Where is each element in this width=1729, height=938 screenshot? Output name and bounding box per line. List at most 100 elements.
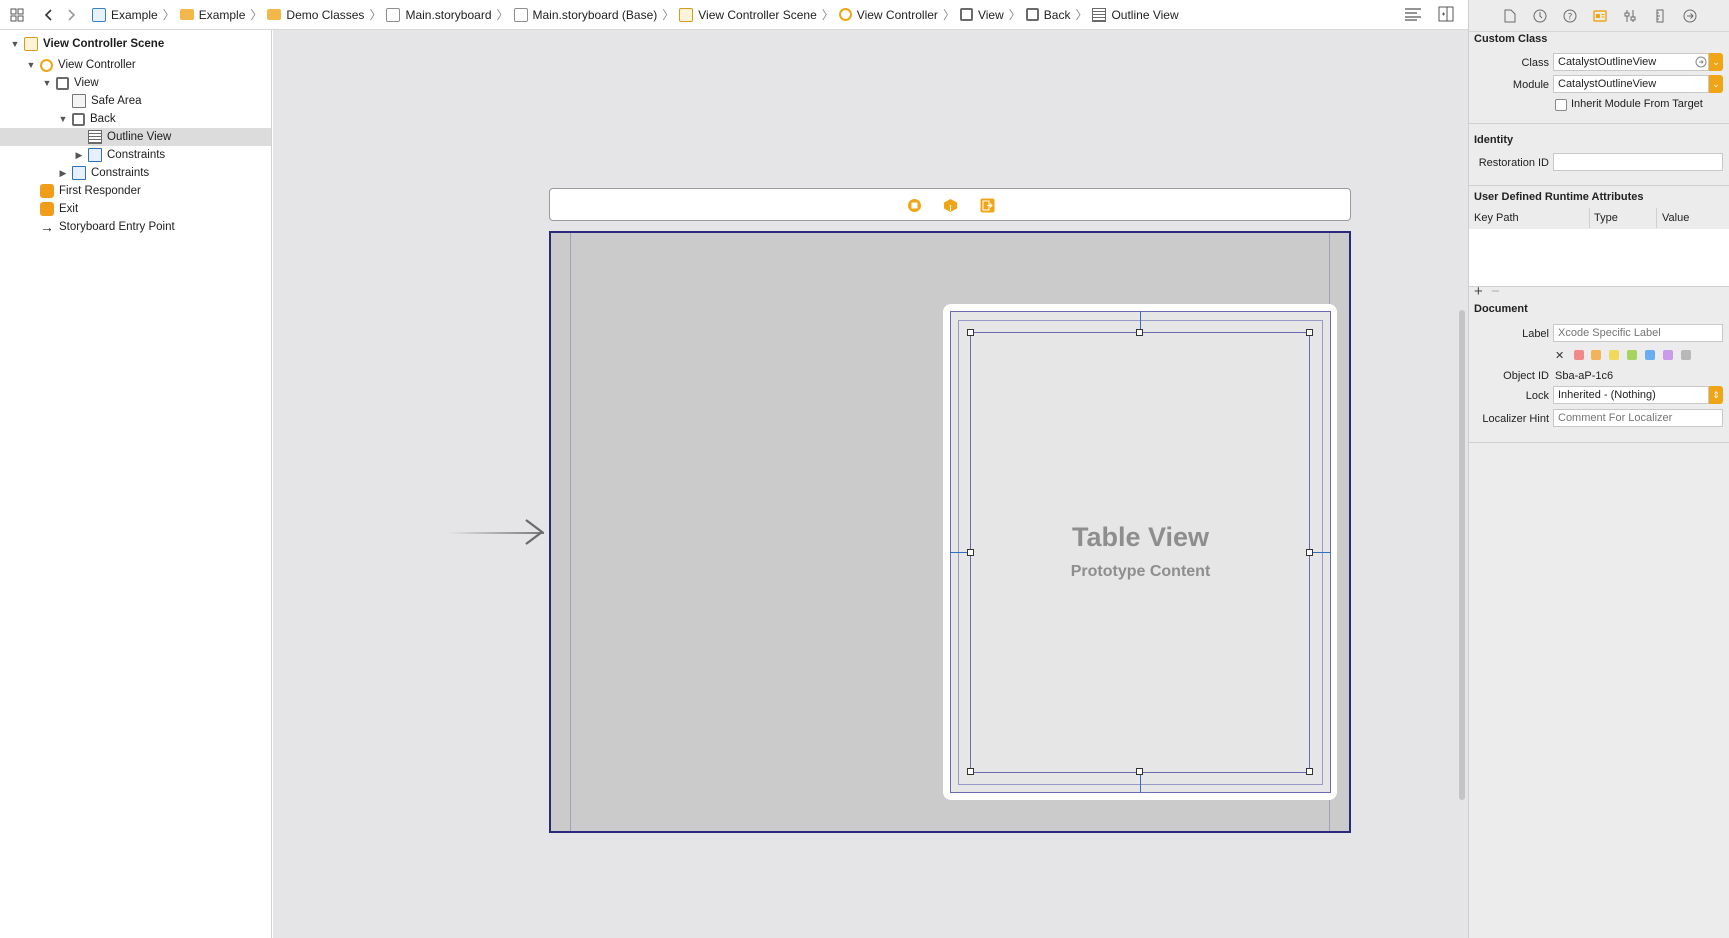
breadcrumb-item[interactable]: View Controller [838,8,938,22]
breadcrumb-item[interactable]: Main.storyboard (Base) [513,7,657,22]
file-inspector-icon[interactable] [1502,8,1518,24]
back-nav-icon[interactable] [38,4,60,26]
breadcrumb-item[interactable]: View [959,8,1004,22]
document-label-label: Label [1522,328,1549,340]
breadcrumb-item[interactable]: Example [179,8,245,22]
exit-icon[interactable] [980,198,995,213]
view-controller-icon [838,8,852,21]
restoration-id-field[interactable] [1553,153,1723,171]
breadcrumb-item[interactable]: Example [92,7,158,22]
identity-inspector-icon[interactable] [1592,8,1608,24]
first-responder-icon[interactable] [943,198,958,213]
arrow-right-icon: → [40,219,54,235]
outline-item-outline-view[interactable]: Outline View [0,128,271,146]
clear-label-color-icon[interactable]: ✕ [1555,349,1564,362]
localizer-hint-field[interactable] [1553,409,1723,427]
connections-inspector-icon[interactable] [1682,8,1698,24]
outline-item-view[interactable]: ▼ View [0,74,271,92]
identity-section-title: Identity [1474,134,1514,146]
label-color-swatch[interactable] [1627,350,1637,360]
scene-dock[interactable] [549,188,1351,221]
breadcrumb-item[interactable]: Back [1025,8,1070,22]
module-field[interactable]: CatalystOutlineView [1553,75,1709,93]
storyboard-icon [513,7,528,22]
safe-area-icon [72,94,86,108]
table-view-icon [88,130,102,144]
add-icon[interactable]: + [1474,283,1483,300]
class-dropdown-button[interactable]: ⌄ [1709,53,1723,71]
outline-item-view-controller[interactable]: ▼ View Controller [0,56,271,74]
resize-handle[interactable] [1306,329,1313,336]
label-color-swatch[interactable] [1681,350,1691,360]
disclosure-collapsed-icon[interactable]: ▶ [74,150,84,161]
key-path-column-header[interactable]: Key Path [1474,212,1519,224]
chevron-right-icon: 〉 [496,8,509,22]
exit-icon [40,202,54,216]
column-separator [1656,208,1657,228]
type-column-header[interactable]: Type [1594,212,1618,224]
label-color-swatch[interactable] [1591,350,1601,360]
resize-handle[interactable] [967,329,974,336]
forward-nav-icon[interactable] [60,4,82,26]
inherit-module-checkbox[interactable] [1555,99,1567,111]
jump-bar: Example 〉 Example 〉 Demo Classes 〉 Main.… [0,0,1468,30]
history-inspector-icon[interactable] [1532,8,1548,24]
disclosure-expanded-icon[interactable]: ▼ [26,60,36,70]
outline-item-entry-point[interactable]: → Storyboard Entry Point [0,218,271,236]
attributes-inspector-icon[interactable] [1622,8,1638,24]
udra-section-title: User Defined Runtime Attributes [1474,191,1644,203]
label-color-swatch[interactable] [1609,350,1619,360]
inspector-tabs: ? [1469,0,1729,32]
outline-item-constraints-outer[interactable]: ▶ Constraints [0,164,271,182]
module-dropdown-button[interactable]: ⌄ [1709,75,1723,93]
go-to-class-icon[interactable] [1695,56,1707,68]
document-label-field[interactable] [1553,324,1723,342]
disclosure-expanded-icon[interactable]: ▼ [10,39,20,49]
resize-handle[interactable] [1136,329,1143,336]
resize-handle[interactable] [1306,768,1313,775]
constraint-line[interactable] [1140,773,1141,793]
disclosure-expanded-icon[interactable]: ▼ [42,78,52,88]
breadcrumb-item[interactable]: Demo Classes [267,8,364,22]
resize-handle[interactable] [1136,768,1143,775]
label-color-swatch[interactable] [1645,350,1655,360]
lock-label: Lock [1525,390,1549,402]
label-color-swatch[interactable] [1574,350,1584,360]
document-section-title: Document [1474,303,1528,315]
first-responder-icon [40,184,54,198]
disclosure-collapsed-icon[interactable]: ▶ [58,168,68,179]
outline-item-constraints-inner[interactable]: ▶ Constraints [0,146,271,164]
label-color-swatch[interactable] [1663,350,1673,360]
breadcrumb-item[interactable]: Outline View [1092,7,1179,22]
quick-help-icon[interactable]: ? [1562,8,1578,24]
class-field[interactable]: CatalystOutlineView [1553,53,1709,71]
column-separator [1589,208,1590,228]
outline-item-safe-area[interactable]: Safe Area [0,92,271,110]
remove-icon[interactable]: − [1491,283,1500,300]
section-divider [1469,123,1729,124]
storyboard-icon [386,7,401,22]
table-view-placeholder-subtitle: Prototype Content [1070,563,1211,580]
outline-item-scene[interactable]: ▼ View Controller Scene [0,35,271,53]
view-controller-icon[interactable] [907,198,922,213]
outline-item-exit[interactable]: Exit [0,200,271,218]
table-view-icon [1092,7,1107,22]
udra-table[interactable] [1469,229,1729,287]
scene-icon [679,7,694,22]
outline-item-first-responder[interactable]: First Responder [0,182,271,200]
lock-popup[interactable]: Inherited - (Nothing) [1553,386,1709,404]
resize-handle[interactable] [967,768,974,775]
canvas-scrollbar[interactable] [1459,310,1465,800]
add-editor-icon[interactable] [1438,6,1454,25]
document-outline: ▼ View Controller Scene ▼ View Controlle… [0,30,272,938]
breadcrumb-item[interactable]: Main.storyboard [386,7,492,22]
size-inspector-icon[interactable] [1652,8,1668,24]
value-column-header[interactable]: Value [1662,212,1689,224]
lock-dropdown-button[interactable]: ⇕ [1709,386,1723,404]
editor-options-icon[interactable] [1404,6,1422,25]
constraints-icon [88,148,102,162]
breadcrumb-item[interactable]: View Controller Scene [679,7,817,22]
disclosure-expanded-icon[interactable]: ▼ [58,114,68,124]
related-items-icon[interactable] [6,4,28,26]
outline-item-back[interactable]: ▼ Back [0,110,271,128]
